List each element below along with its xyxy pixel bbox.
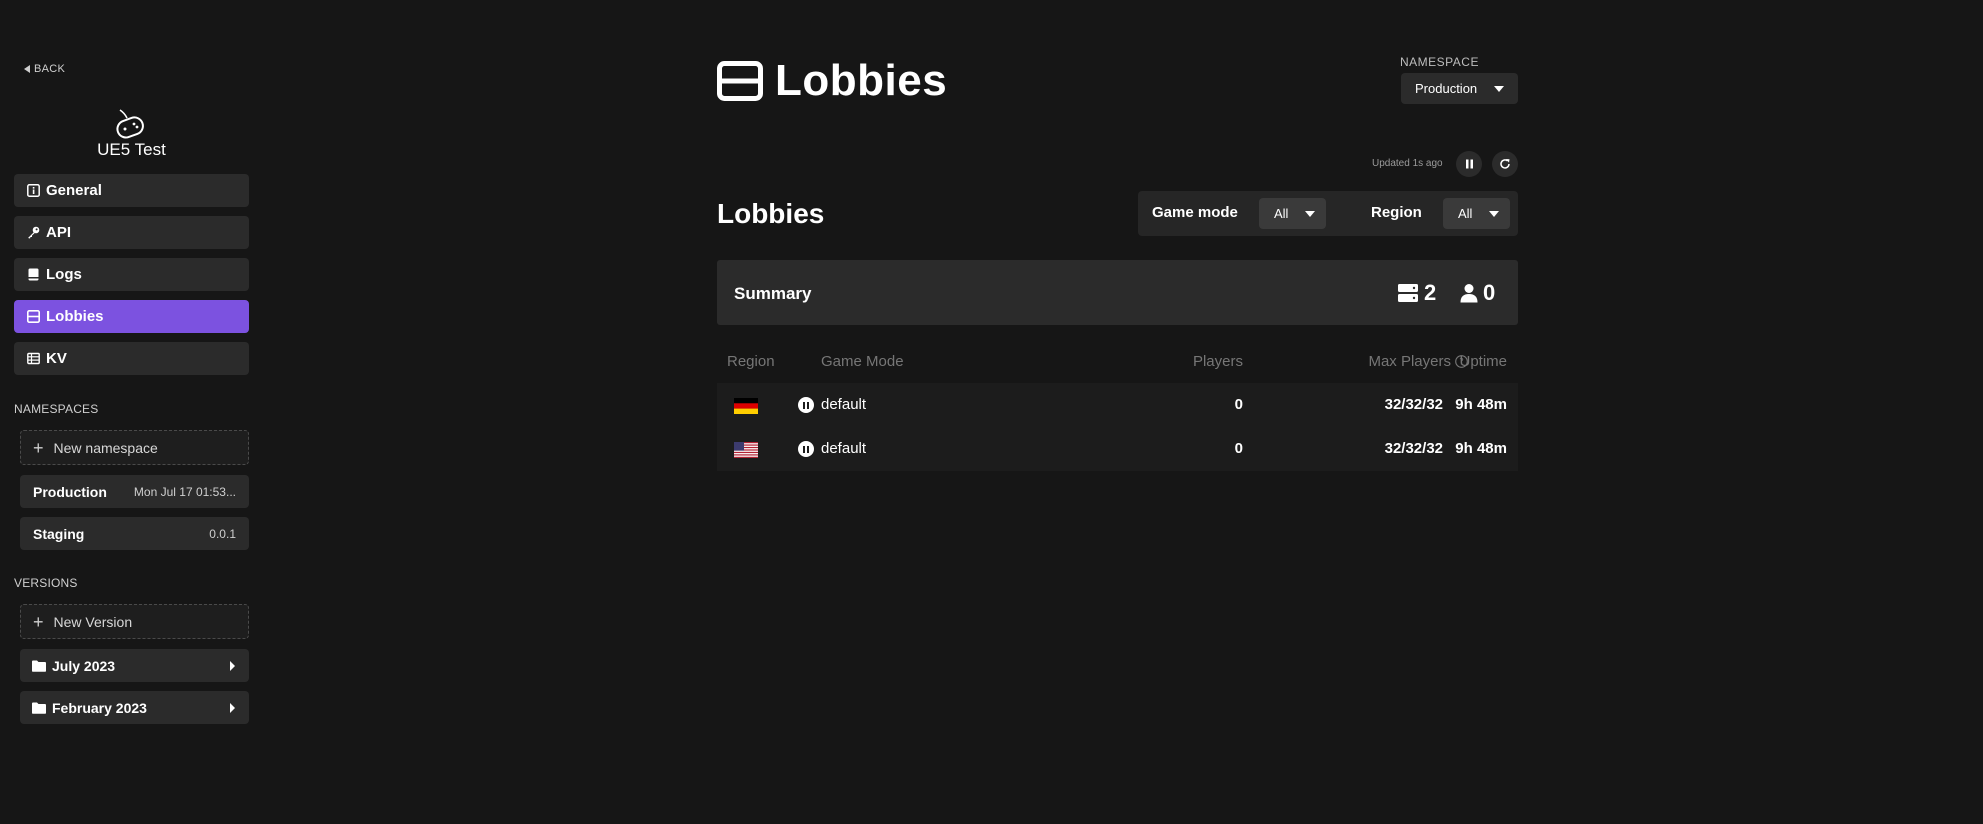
column-header-region: Region: [727, 353, 775, 370]
sidebar-item-label: Lobbies: [46, 308, 104, 325]
page-title: Lobbies: [775, 56, 948, 105]
lobby-count: 2: [1424, 280, 1437, 305]
sidebar-item-label: KV: [46, 350, 67, 367]
paused-status-icon: [798, 441, 814, 457]
updated-timestamp: Updated 1s ago: [1372, 158, 1443, 169]
table-icon: [27, 352, 40, 365]
version-group-february-2023[interactable]: February 2023: [20, 691, 249, 724]
refresh-button[interactable]: [1492, 151, 1518, 177]
book-icon: [28, 268, 39, 281]
sidebar-item-kv[interactable]: KV: [14, 342, 249, 375]
column-header-uptime: Uptime: [1459, 353, 1507, 370]
filter-bar: Game mode All Region All: [1138, 191, 1518, 236]
sidebar-item-api[interactable]: API: [14, 216, 249, 249]
new-version-label: New Version: [53, 613, 133, 630]
versions-heading: VERSIONS: [14, 576, 78, 590]
summary-panel: Summary 2 0: [717, 260, 1518, 325]
player-count-stat: 0: [1460, 280, 1495, 306]
gamepad-icon: [116, 109, 144, 139]
version-group-label: February 2023: [52, 699, 147, 716]
server-icon: [1398, 284, 1418, 302]
namespace-item-production[interactable]: Production Mon Jul 17 01:53...: [20, 475, 249, 508]
user-icon: [1460, 284, 1478, 303]
sidebar-item-logs[interactable]: Logs: [14, 258, 249, 291]
players-cell: 0: [1234, 440, 1243, 457]
back-label: BACK: [34, 63, 66, 75]
lobbies-icon: [717, 61, 763, 101]
player-count: 0: [1483, 280, 1496, 305]
namespace-item-staging[interactable]: Staging 0.0.1: [20, 517, 249, 550]
lobbies-icon: [27, 310, 40, 323]
refresh-icon: [1500, 159, 1510, 169]
pause-button[interactable]: [1456, 151, 1482, 177]
namespace-name: Production: [33, 483, 107, 500]
folder-icon: [32, 702, 46, 714]
chevron-down-icon: [1489, 210, 1499, 217]
uptime-cell: 9h 48m: [1455, 396, 1507, 413]
namespaces-heading: NAMESPACES: [14, 402, 99, 416]
game-title: UE5 Test: [97, 140, 166, 159]
game-mode-filter-label: Game mode: [1152, 204, 1238, 221]
namespace-select-value: Production: [1415, 81, 1478, 96]
usa-flag-icon: [734, 442, 758, 458]
chevron-down-icon: [1305, 210, 1315, 217]
new-version-button[interactable]: + New Version: [20, 604, 249, 639]
column-header-game-mode: Game Mode: [821, 353, 904, 370]
region-filter-select[interactable]: All: [1443, 198, 1510, 229]
uptime-cell: 9h 48m: [1455, 440, 1507, 457]
sidebar-item-lobbies[interactable]: Lobbies: [14, 300, 249, 333]
plus-icon: +: [33, 611, 44, 632]
table-row[interactable]: default 0 32/32/32 9h 48m: [717, 427, 1518, 471]
game-mode-cell: default: [821, 440, 867, 457]
namespace-meta: Mon Jul 17 01:53...: [133, 484, 236, 499]
germany-flag-icon: [734, 398, 758, 414]
column-header-players: Players: [1192, 353, 1243, 370]
region-filter-value: All: [1458, 206, 1473, 221]
new-namespace-label: New namespace: [53, 439, 158, 456]
key-icon: [28, 226, 40, 239]
version-group-label: July 2023: [52, 657, 116, 674]
sidebar-item-label: API: [46, 224, 72, 241]
paused-status-icon: [798, 397, 814, 413]
info-icon: [27, 184, 40, 197]
folder-icon: [32, 660, 46, 672]
game-mode-cell: default: [821, 396, 867, 413]
plus-icon: +: [33, 437, 44, 458]
players-cell: 0: [1234, 396, 1243, 413]
sidebar-item-label: General: [46, 182, 102, 199]
namespace-select[interactable]: Production: [1401, 73, 1518, 104]
version-group-july-2023[interactable]: July 2023: [20, 649, 249, 682]
namespace-select-label: NAMESPACE: [1400, 55, 1479, 69]
pause-icon: [1465, 159, 1473, 169]
sidebar-item-general[interactable]: General: [14, 174, 249, 207]
region-filter-label: Region: [1371, 204, 1422, 221]
table-row[interactable]: default 0 32/32/32 9h 48m: [717, 383, 1518, 427]
page-header: Lobbies: [717, 56, 947, 106]
back-link[interactable]: BACK: [24, 63, 65, 75]
game-mode-filter-select[interactable]: All: [1259, 198, 1326, 229]
game-mode-filter-value: All: [1274, 206, 1289, 221]
back-arrow-icon: [24, 65, 30, 73]
chevron-down-icon: [1494, 85, 1504, 92]
sidebar-item-label: Logs: [46, 266, 82, 283]
section-title: Lobbies: [717, 198, 825, 229]
lobby-count-stat: 2: [1397, 280, 1436, 306]
new-namespace-button[interactable]: + New namespace: [20, 430, 249, 465]
namespace-name: Staging: [33, 525, 85, 542]
summary-title: Summary: [734, 284, 812, 303]
namespace-meta: 0.0.1: [209, 526, 236, 541]
chevron-right-icon: [230, 660, 235, 671]
chevron-right-icon: [230, 702, 235, 713]
